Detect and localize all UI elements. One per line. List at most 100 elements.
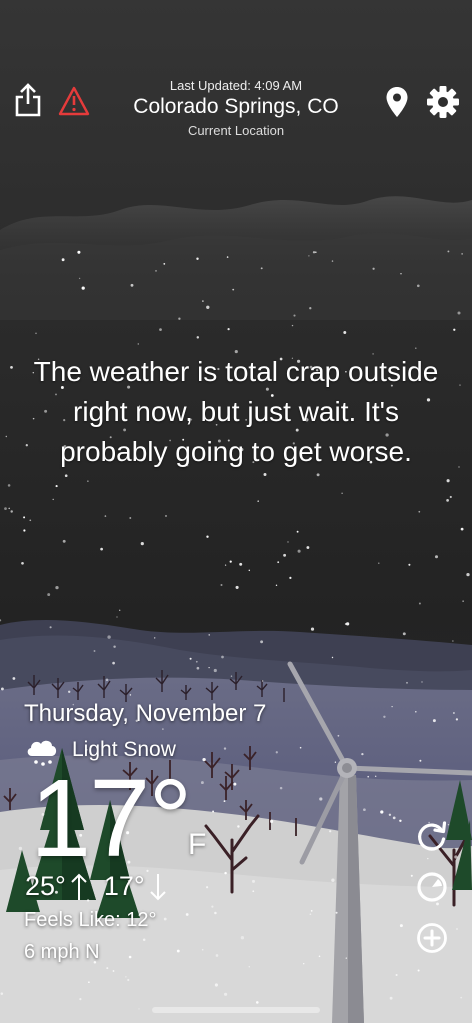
snowflake xyxy=(55,485,58,488)
snowflake xyxy=(287,541,289,543)
snowflake xyxy=(248,569,251,572)
snowflake xyxy=(432,719,436,723)
snowflake xyxy=(235,585,239,589)
snowflake xyxy=(329,830,332,833)
snowflake xyxy=(213,668,217,673)
snowflake xyxy=(125,976,127,978)
snowflake xyxy=(270,819,274,824)
snowflake xyxy=(195,660,198,663)
snowflake xyxy=(380,810,384,814)
snowflake xyxy=(62,539,66,543)
snowflake xyxy=(208,666,210,669)
snowflake xyxy=(4,507,7,510)
snowflake xyxy=(283,553,287,557)
snowflake xyxy=(319,797,323,801)
snowflake xyxy=(237,825,240,828)
snowflake xyxy=(10,510,13,513)
snowflake xyxy=(416,284,420,288)
snowflake xyxy=(112,970,115,972)
snowflake xyxy=(447,250,450,253)
snowflake xyxy=(456,928,458,930)
snowflake xyxy=(461,253,463,255)
snowflake xyxy=(206,535,209,538)
snowflake xyxy=(142,938,146,942)
snowflake xyxy=(406,681,408,684)
snowflake xyxy=(223,800,226,802)
snowflake xyxy=(459,384,461,386)
snowflake xyxy=(155,270,157,272)
snowflake xyxy=(449,495,452,499)
snowflake xyxy=(457,311,461,315)
refresh-button[interactable] xyxy=(414,818,450,854)
current-location-label: Current Location xyxy=(187,123,285,138)
snowflake xyxy=(130,283,134,287)
snowflake xyxy=(201,948,204,951)
snowflake xyxy=(227,327,230,331)
home-indicator[interactable] xyxy=(152,1007,320,1013)
snowflake xyxy=(189,657,192,660)
snowflake xyxy=(257,500,259,502)
snowflake xyxy=(400,273,402,275)
snowflake xyxy=(363,808,366,812)
snowflake xyxy=(297,549,301,553)
wind-speed: 6 mph N xyxy=(24,941,100,963)
snowflake xyxy=(10,366,13,369)
arrow-up-icon xyxy=(71,873,87,900)
snowflake xyxy=(417,969,420,972)
snowflake xyxy=(106,967,109,970)
snowflake xyxy=(291,324,294,327)
snowflake xyxy=(223,992,228,996)
snowflake xyxy=(78,277,81,280)
snowflake xyxy=(214,983,218,987)
snowflake xyxy=(372,267,375,270)
snowflake xyxy=(105,678,109,682)
snowflake xyxy=(331,260,334,262)
snowflake xyxy=(252,890,255,893)
snowflake xyxy=(104,515,107,517)
snowflake xyxy=(418,510,421,513)
snowflake xyxy=(367,775,370,778)
snowflake xyxy=(261,680,264,682)
snowflake xyxy=(466,572,470,577)
snowflake xyxy=(309,913,312,916)
add-location-button[interactable] xyxy=(414,920,450,956)
snowflake xyxy=(361,752,364,756)
snowflake xyxy=(137,343,140,345)
snowflake xyxy=(202,300,204,302)
snowflake xyxy=(455,718,459,721)
snowflake xyxy=(374,775,377,778)
snowflake xyxy=(260,640,264,644)
snowflake xyxy=(255,1001,259,1004)
snowflake xyxy=(389,996,393,1000)
settings-button[interactable] xyxy=(424,83,462,121)
snowflake xyxy=(310,910,313,912)
snowflake xyxy=(21,561,24,565)
snowflake xyxy=(229,560,232,563)
forecast-date: Thursday, November 7 xyxy=(24,700,267,727)
snowflake xyxy=(230,675,233,677)
location-button[interactable] xyxy=(382,84,412,120)
snowflake xyxy=(12,677,16,680)
arrow-down-icon xyxy=(149,873,166,900)
snowflake xyxy=(248,966,250,968)
settings-gear-icon xyxy=(427,86,459,118)
low-temp: 17° xyxy=(103,871,145,901)
snowflake xyxy=(212,810,215,813)
snowflake xyxy=(163,263,166,265)
snowflake xyxy=(415,347,417,349)
snowflake xyxy=(100,547,103,551)
snowflake xyxy=(23,516,26,519)
snowflake xyxy=(233,782,237,786)
snowflake xyxy=(113,645,116,648)
snowflake xyxy=(331,656,334,659)
radar-icon xyxy=(417,872,447,902)
snowflake xyxy=(79,998,82,1001)
snowflake xyxy=(452,712,455,714)
snowflake xyxy=(391,705,393,708)
snowflake xyxy=(415,711,417,713)
snowflake xyxy=(224,871,227,875)
snowflake xyxy=(418,602,421,605)
snowflake xyxy=(138,1008,140,1010)
radar-button[interactable] xyxy=(414,869,450,905)
snowflake xyxy=(107,635,111,639)
